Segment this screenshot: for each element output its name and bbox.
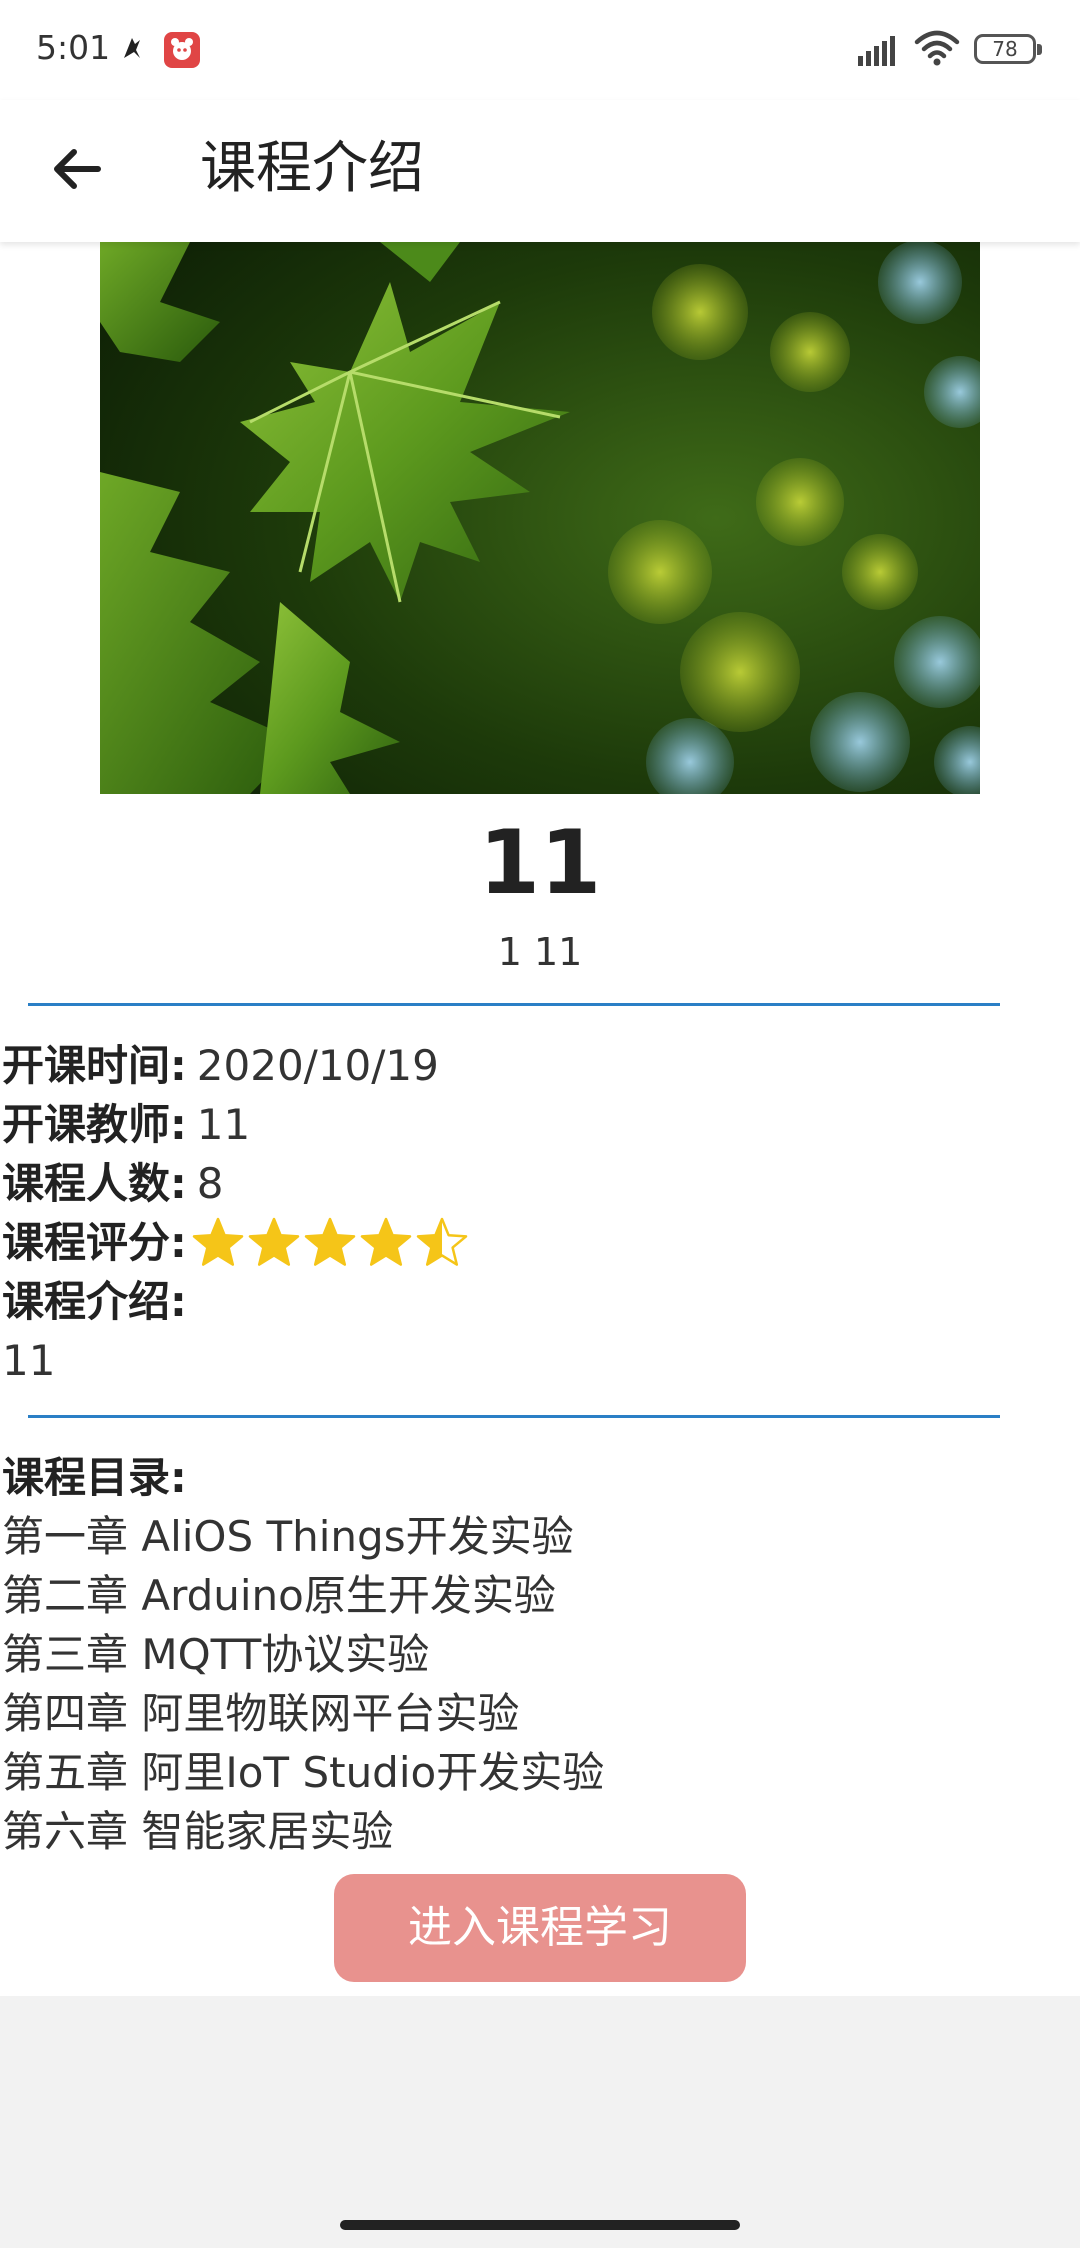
app-notification-icon bbox=[164, 32, 200, 68]
chapter-item: 第一章 AliOS Things开发实验 bbox=[2, 1512, 574, 1561]
course-info: 开课时间: 2020/10/19 开课教师: 11 课程人数: 8 课程评分: … bbox=[2, 1036, 1078, 1390]
arrow-left-icon bbox=[54, 149, 101, 189]
star-icon bbox=[192, 1217, 244, 1266]
chapter-item: 第二章 Arduino原生开发实验 bbox=[2, 1571, 556, 1620]
star-icon bbox=[360, 1217, 412, 1266]
course-title: 11 bbox=[478, 811, 602, 914]
divider bbox=[28, 1003, 1000, 1006]
chapter-item: 第五章 阿里IoT Studio开发实验 bbox=[2, 1748, 605, 1797]
rating-stars bbox=[191, 1216, 471, 1270]
enter-course-button[interactable]: 进入课程学习 bbox=[334, 1874, 746, 1982]
rating-row: 课程评分: bbox=[2, 1213, 1078, 1272]
battery-indicator: 78 bbox=[974, 34, 1042, 64]
gesture-nav-handle[interactable] bbox=[340, 2220, 740, 2230]
app-bar: 课程介绍 bbox=[0, 100, 1080, 242]
bottom-area bbox=[0, 1996, 1080, 2248]
star-icon bbox=[304, 1217, 356, 1266]
catalog-label: 课程目录: bbox=[2, 1453, 187, 1502]
teacher-row: 开课教师: 11 bbox=[2, 1095, 1078, 1154]
intro-label-row: 课程介绍: bbox=[2, 1272, 1078, 1331]
intro-label: 课程介绍: bbox=[2, 1277, 187, 1326]
signal-icon bbox=[858, 36, 895, 66]
course-cover-image bbox=[100, 242, 980, 794]
intro-value-row: 11 bbox=[2, 1331, 1078, 1390]
students-value: 8 bbox=[196, 1159, 224, 1208]
teacher-value: 11 bbox=[196, 1100, 251, 1149]
students-row: 课程人数: 8 bbox=[2, 1154, 1078, 1213]
students-label: 课程人数: bbox=[2, 1159, 187, 1208]
star-icon bbox=[248, 1217, 300, 1266]
chapter-item: 第四章 阿里物联网平台实验 bbox=[2, 1689, 520, 1738]
start-time-label: 开课时间: bbox=[2, 1041, 187, 1090]
wifi-icon bbox=[914, 30, 960, 66]
notification-icon bbox=[124, 38, 140, 58]
chapter-item: 第三章 MQTT协议实验 bbox=[2, 1630, 430, 1679]
course-catalog: 课程目录: 第一章 AliOS Things开发实验 第二章 Arduino原生… bbox=[2, 1448, 1078, 1861]
course-subtitle: 1 11 bbox=[497, 930, 583, 974]
rating-label: 课程评分: bbox=[2, 1218, 187, 1267]
teacher-label: 开课教师: bbox=[2, 1100, 187, 1149]
divider bbox=[28, 1415, 1000, 1418]
status-time: 5:01 bbox=[36, 28, 111, 67]
start-time-value: 2020/10/19 bbox=[196, 1041, 439, 1090]
status-bar: 5:01 78 bbox=[0, 0, 1080, 100]
intro-value: 11 bbox=[2, 1336, 56, 1385]
start-time-row: 开课时间: 2020/10/19 bbox=[2, 1036, 1078, 1095]
chapter-item: 第六章 智能家居实验 bbox=[2, 1807, 394, 1856]
page-title: 课程介绍 bbox=[200, 136, 424, 201]
star-icon bbox=[416, 1217, 468, 1266]
back-button[interactable] bbox=[40, 132, 114, 206]
